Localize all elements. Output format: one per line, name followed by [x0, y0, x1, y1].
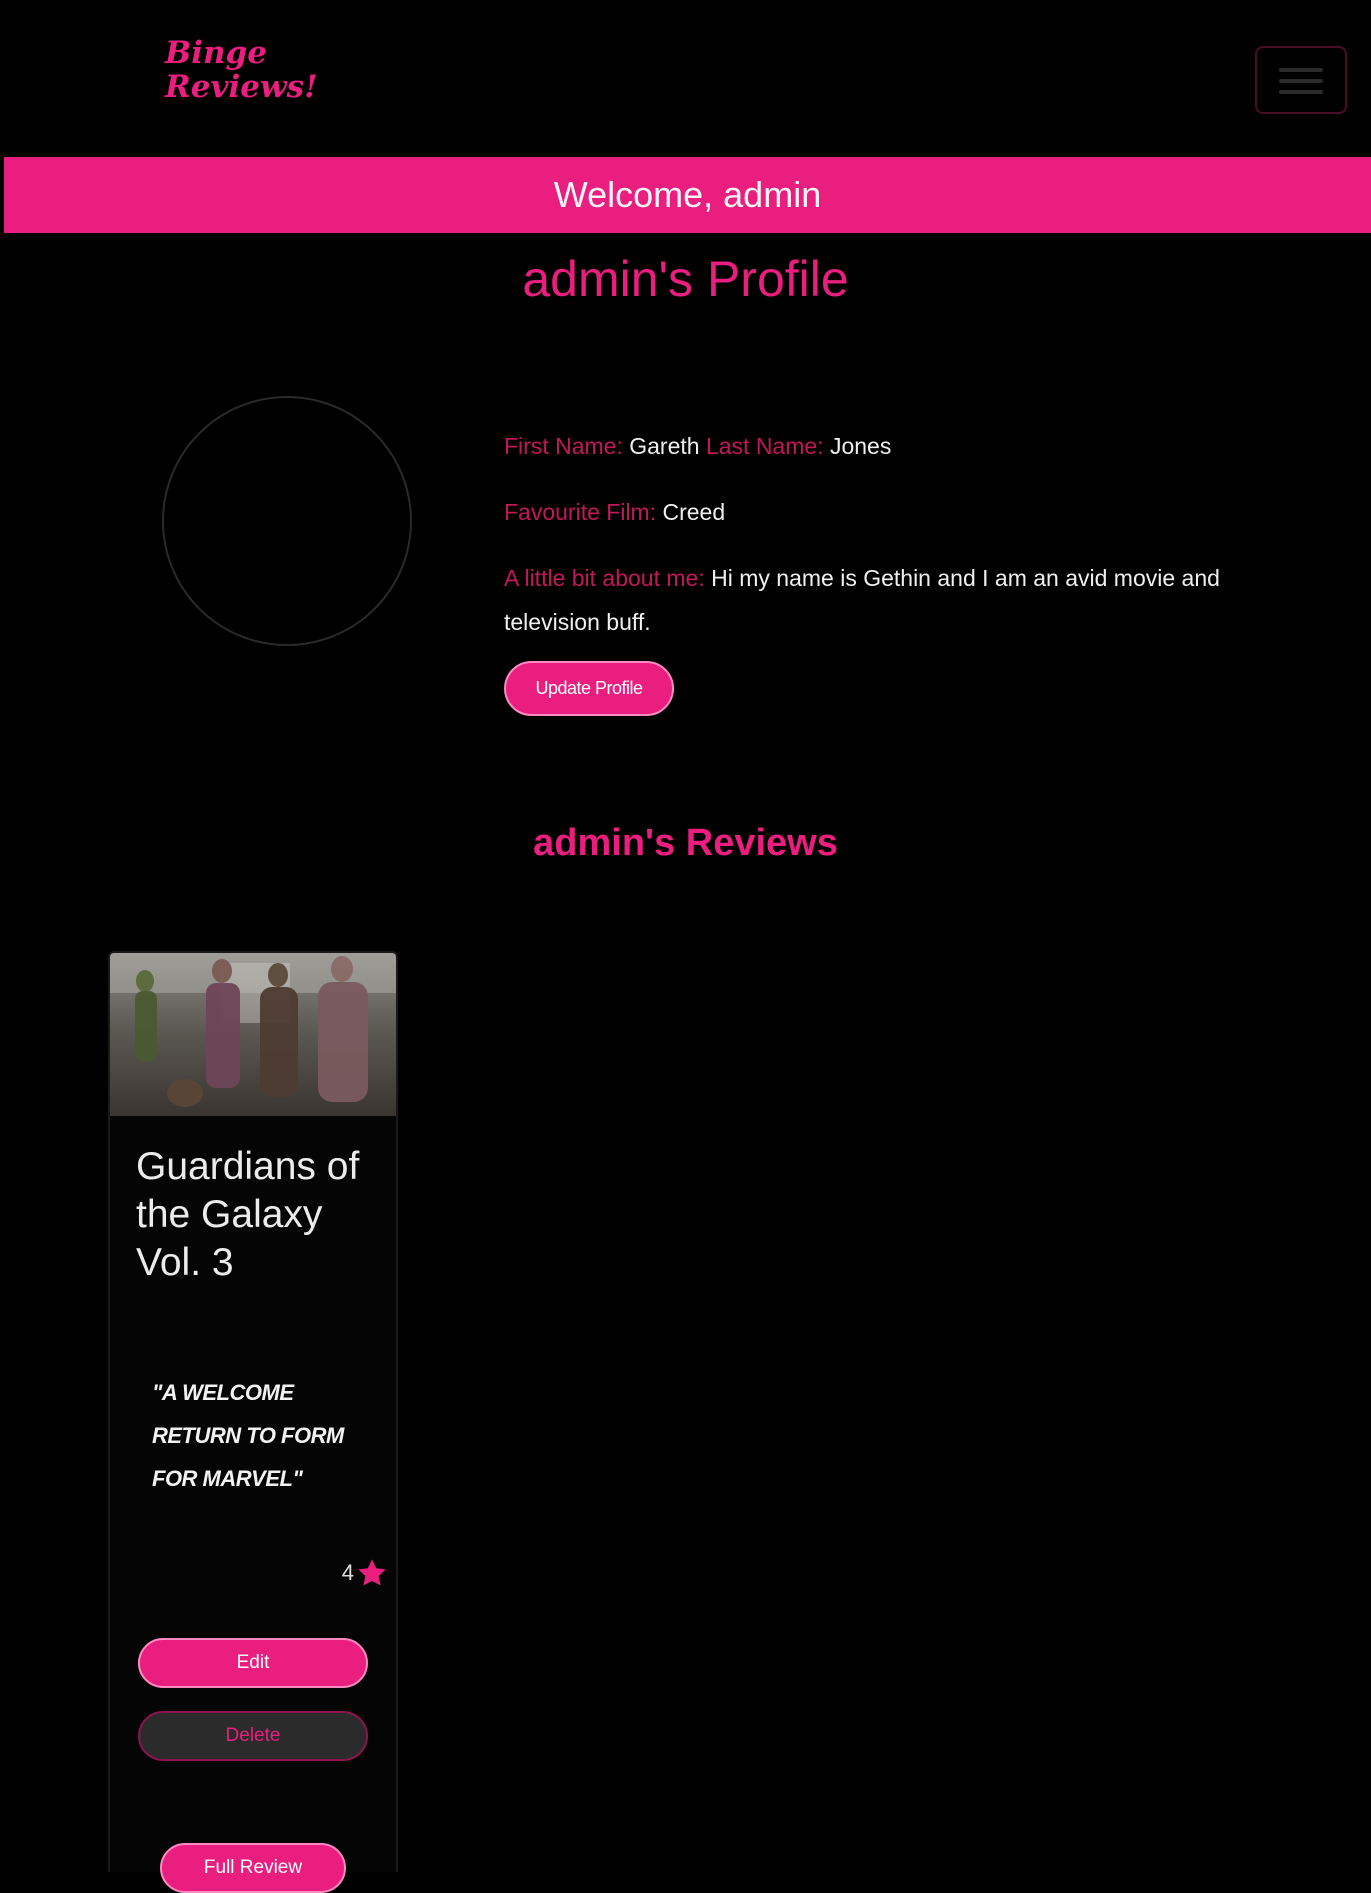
review-quote: "A WELCOME RETURN TO FORM FOR MARVEL"	[152, 1380, 344, 1491]
review-title: Guardians of the Galaxy Vol. 3	[136, 1145, 360, 1284]
edit-review-button[interactable]: Edit	[138, 1638, 368, 1688]
favourite-film-row: Favourite Film: Creed	[504, 490, 1264, 534]
brand-logo[interactable]: Binge Reviews!	[165, 36, 318, 104]
navbar: Binge Reviews!	[0, 0, 1371, 157]
avatar	[162, 396, 412, 646]
favourite-film-value: Creed	[662, 499, 726, 525]
review-rating: 4	[342, 1553, 388, 1593]
delete-review-button[interactable]: Delete	[138, 1711, 368, 1761]
profile-info: First Name: Gareth Last Name: Jones Favo…	[504, 424, 1264, 666]
reviews-title: admin's Reviews	[533, 822, 838, 864]
first-name-label: First Name:	[504, 433, 623, 459]
navbar-toggle-button[interactable]	[1255, 46, 1347, 114]
name-row: First Name: Gareth Last Name: Jones	[504, 424, 1264, 468]
star-icon	[358, 1559, 386, 1586]
review-poster-image	[110, 953, 396, 1116]
full-review-button[interactable]: Full Review	[160, 1843, 346, 1893]
rating-value: 4	[341, 1560, 354, 1585]
update-profile-button[interactable]: Update Profile	[504, 661, 674, 716]
welcome-banner: Welcome, admin	[4, 157, 1371, 233]
about-label: A little bit about me:	[504, 565, 705, 591]
hamburger-icon	[1279, 66, 1323, 96]
favourite-film-label: Favourite Film:	[504, 499, 657, 525]
profile-title: admin's Profile	[522, 251, 849, 307]
last-name-value: Jones	[829, 433, 892, 459]
brand-line-1: Binge	[165, 35, 267, 71]
brand-line-2: Reviews!	[165, 69, 318, 105]
review-card: Guardians of the Galaxy Vol. 3 "A WELCOM…	[108, 951, 398, 1893]
first-name-value: Gareth	[629, 433, 700, 459]
about-row: A little bit about me: Hi my name is Get…	[504, 556, 1264, 644]
last-name-label: Last Name:	[705, 433, 824, 459]
